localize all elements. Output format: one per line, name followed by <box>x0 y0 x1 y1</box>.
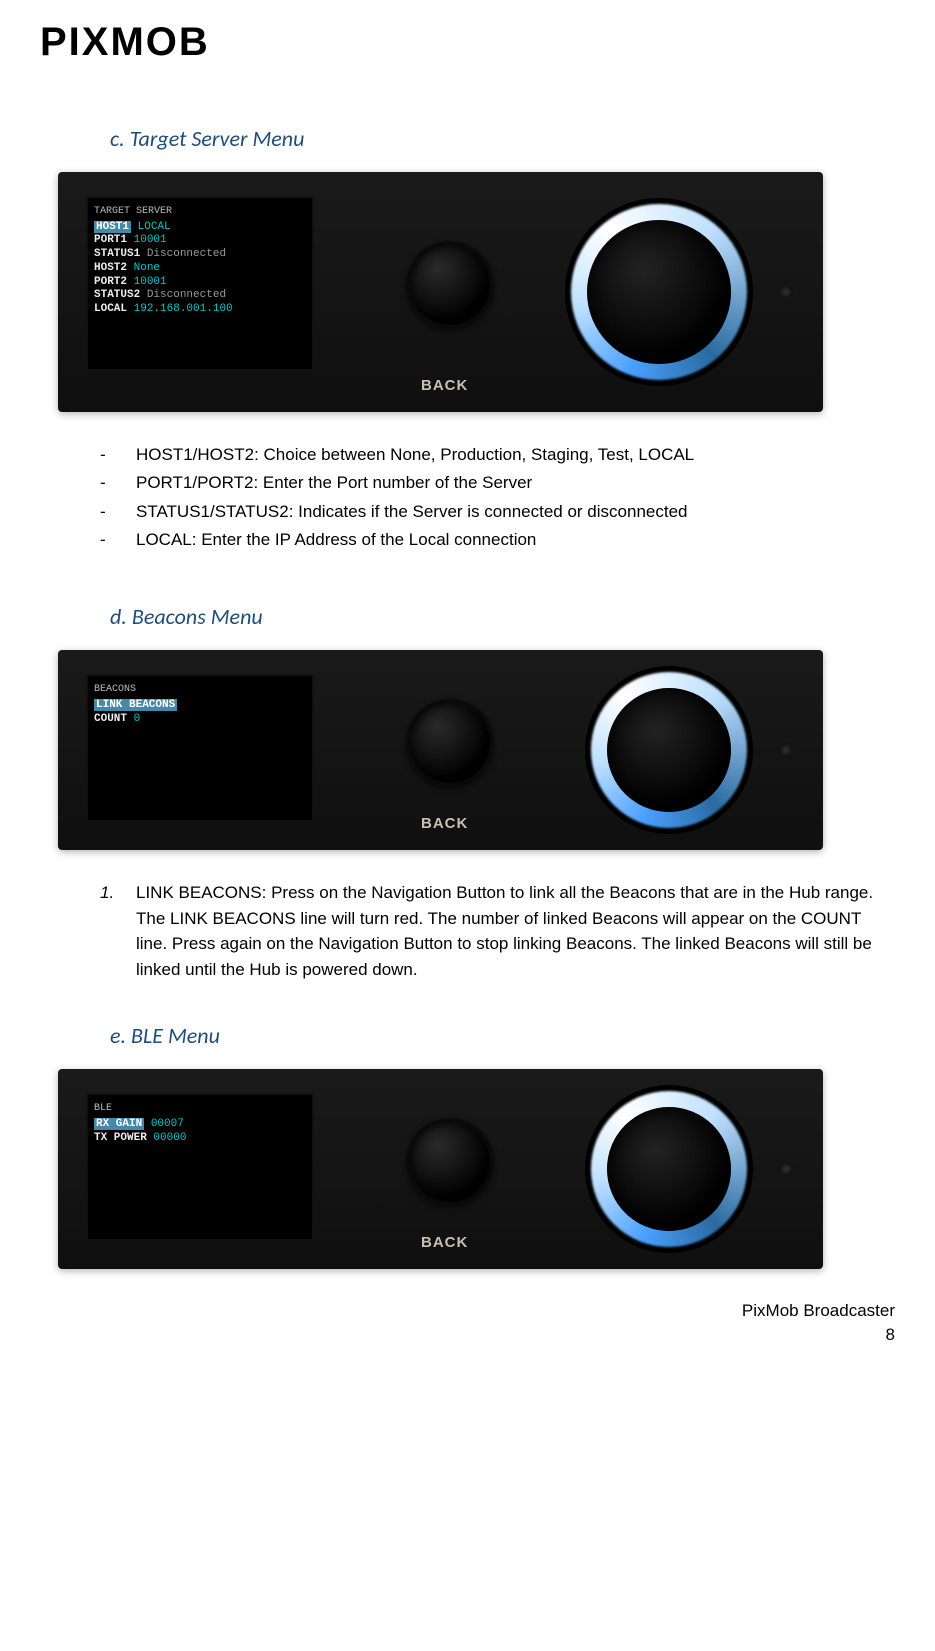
screen-row-value: Disconnected <box>147 248 226 260</box>
screen-row: STATUS1 Disconnected <box>94 248 306 262</box>
device-figure-beacons: BEACONS LINK BEACONS COUNT 0 BACK <box>58 650 823 850</box>
screen-row-label: HOST2 <box>94 262 127 274</box>
footer-page-number: 8 <box>40 1323 895 1347</box>
screen-row-label: LINK BEACONS <box>94 699 177 711</box>
heading-title-e: BLE Menu <box>131 1022 220 1049</box>
screen-row: RX GAIN 00007 <box>94 1118 306 1132</box>
navigation-ring[interactable] <box>585 1085 753 1253</box>
bullets-section-c: -HOST1/HOST2: Choice between None, Produ… <box>100 442 895 553</box>
screen-row-label: COUNT <box>94 713 127 725</box>
numbered-section-d: 1.LINK BEACONS: Press on the Navigation … <box>100 880 875 982</box>
bullet-dash: - <box>100 527 136 553</box>
bullet-text: LOCAL: Enter the IP Address of the Local… <box>136 527 895 553</box>
screen-row-value: 00007 <box>151 1118 184 1130</box>
heading-section-c: c. Target Server Menu <box>110 125 895 152</box>
screen-row-value: LOCAL <box>138 221 171 233</box>
back-button-knob[interactable] <box>406 699 494 787</box>
screen-row: PORT2 10001 <box>94 276 306 290</box>
screen-row-label: PORT2 <box>94 276 127 288</box>
back-label: BACK <box>421 815 468 832</box>
screen-row-value: 10001 <box>134 276 167 288</box>
screen-row: PORT1 10001 <box>94 234 306 248</box>
screen-row-label: TX POWER <box>94 1132 147 1144</box>
heading-section-d: d. Beacons Menu <box>110 603 895 630</box>
screen-row-label: STATUS1 <box>94 248 140 260</box>
device-figure-ble: BLE RX GAIN 00007TX POWER 00000 BACK <box>58 1069 823 1269</box>
bullet-item: -PORT1/PORT2: Enter the Port number of t… <box>100 470 895 496</box>
screen-title-c: TARGET SERVER <box>94 206 306 219</box>
bullet-item: -STATUS1/STATUS2: Indicates if the Serve… <box>100 499 895 525</box>
screen-row-label: PORT1 <box>94 234 127 246</box>
screen-row: COUNT 0 <box>94 713 306 727</box>
bullet-item: -LOCAL: Enter the IP Address of the Loca… <box>100 527 895 553</box>
indicator-dot <box>779 1162 793 1176</box>
screen-row: LINK BEACONS <box>94 699 306 713</box>
heading-title-d: Beacons Menu <box>132 603 263 630</box>
screen-row-label: RX GAIN <box>94 1118 144 1130</box>
screen-row-value: 10001 <box>134 234 167 246</box>
screen-row: STATUS2 Disconnected <box>94 289 306 303</box>
back-label: BACK <box>421 377 468 394</box>
screen-row-label: STATUS2 <box>94 289 140 301</box>
screen-row-label: LOCAL <box>94 303 127 315</box>
bullet-text: HOST1/HOST2: Choice between None, Produc… <box>136 442 895 468</box>
screen-row-value: None <box>134 262 160 274</box>
screen-row-value: 0 <box>134 713 141 725</box>
device-screen-d: BEACONS LINK BEACONS COUNT 0 <box>86 674 314 822</box>
heading-title-c: Target Server Menu <box>130 125 305 152</box>
device-figure-target-server: TARGET SERVER HOST1 LOCALPORT1 10001STAT… <box>58 172 823 412</box>
navigation-ring[interactable] <box>585 666 753 834</box>
device-screen-e: BLE RX GAIN 00007TX POWER 00000 <box>86 1093 314 1241</box>
heading-letter-e: e. <box>110 1022 126 1049</box>
screen-row: TX POWER 00000 <box>94 1132 306 1146</box>
numbered-item: 1.LINK BEACONS: Press on the Navigation … <box>100 880 875 982</box>
device-screen-c: TARGET SERVER HOST1 LOCALPORT1 10001STAT… <box>86 196 314 371</box>
brand-logo: PIXMOB <box>40 20 895 65</box>
back-button-knob[interactable] <box>406 1118 494 1206</box>
back-button-knob[interactable] <box>406 241 494 329</box>
screen-row-value: Disconnected <box>147 289 226 301</box>
bullet-dash: - <box>100 442 136 468</box>
heading-letter-c: c. <box>110 125 125 152</box>
bullet-dash: - <box>100 470 136 496</box>
bullet-text: STATUS1/STATUS2: Indicates if the Server… <box>136 499 895 525</box>
footer-doc-title: PixMob Broadcaster <box>40 1299 895 1323</box>
heading-letter-d: d. <box>110 603 127 630</box>
indicator-dot <box>779 285 793 299</box>
screen-row-value: 192.168.001.100 <box>134 303 233 315</box>
indicator-dot <box>779 743 793 757</box>
screen-row: LOCAL 192.168.001.100 <box>94 303 306 317</box>
bullet-dash: - <box>100 499 136 525</box>
screen-title-e: BLE <box>94 1103 306 1116</box>
screen-row-value: 00000 <box>153 1132 186 1144</box>
screen-row: HOST1 LOCAL <box>94 221 306 235</box>
back-label: BACK <box>421 1234 468 1251</box>
bullet-item: -HOST1/HOST2: Choice between None, Produ… <box>100 442 895 468</box>
screen-row: HOST2 None <box>94 262 306 276</box>
screen-row-label: HOST1 <box>94 221 131 233</box>
numbered-mark: 1. <box>100 880 136 982</box>
page-footer: PixMob Broadcaster 8 <box>40 1299 895 1347</box>
numbered-text: LINK BEACONS: Press on the Navigation Bu… <box>136 880 875 982</box>
bullet-text: PORT1/PORT2: Enter the Port number of th… <box>136 470 895 496</box>
navigation-ring[interactable] <box>565 198 753 386</box>
heading-section-e: e. BLE Menu <box>110 1022 895 1049</box>
screen-title-d: BEACONS <box>94 684 306 697</box>
